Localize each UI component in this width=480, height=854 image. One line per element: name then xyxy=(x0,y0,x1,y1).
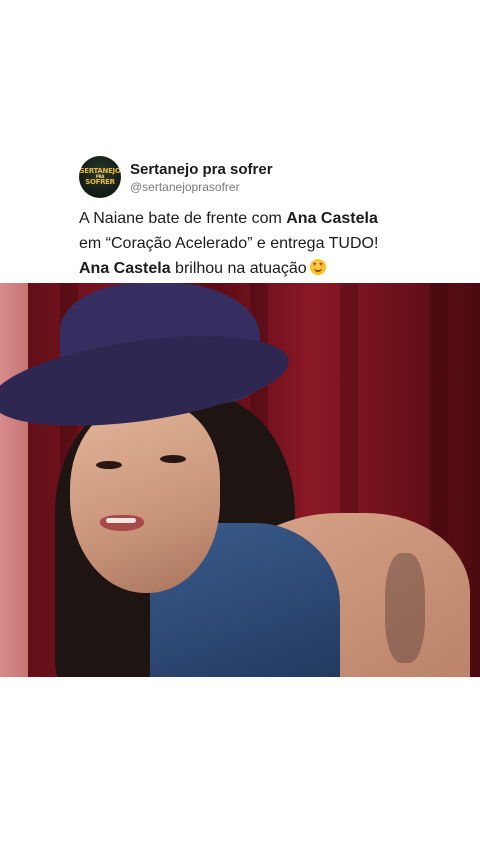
post-text-line-1: A Naiane bate de frente com Ana Castela xyxy=(79,206,419,231)
face xyxy=(70,403,220,593)
post-text-segment: brilhou na atuação xyxy=(170,260,307,277)
avatar[interactable]: SERTANEJO PRA SOFRER xyxy=(79,156,121,198)
heart-eyes-emoji-icon xyxy=(309,259,326,275)
post-text-line-3: Ana Castela brilhou na atuação xyxy=(79,256,419,281)
post-text-segment: A Naiane bate de frente com xyxy=(79,210,287,227)
right-eye xyxy=(160,455,186,463)
tattoo xyxy=(385,553,425,663)
avatar-logo-text: SOFRER xyxy=(85,178,115,186)
post-header: SERTANEJO PRA SOFRER Sertanejo pra sofre… xyxy=(79,156,273,198)
door-frame xyxy=(0,283,28,677)
video-player[interactable] xyxy=(0,283,480,677)
post-text-line-2: em “Coração Acelerado” e entrega TUDO! xyxy=(79,235,379,252)
post-text: A Naiane bate de frente com Ana Castela … xyxy=(79,206,419,281)
post-text-bold: Ana Castela xyxy=(79,260,171,277)
left-eye xyxy=(96,461,122,469)
author-display-name[interactable]: Sertanejo pra sofrer xyxy=(130,160,273,179)
teeth xyxy=(106,518,136,523)
author-names: Sertanejo pra sofrer @sertanejoprasofrer xyxy=(130,160,273,195)
post-text-bold: Ana Castela xyxy=(286,210,378,227)
author-handle[interactable]: @sertanejoprasofrer xyxy=(130,179,273,195)
